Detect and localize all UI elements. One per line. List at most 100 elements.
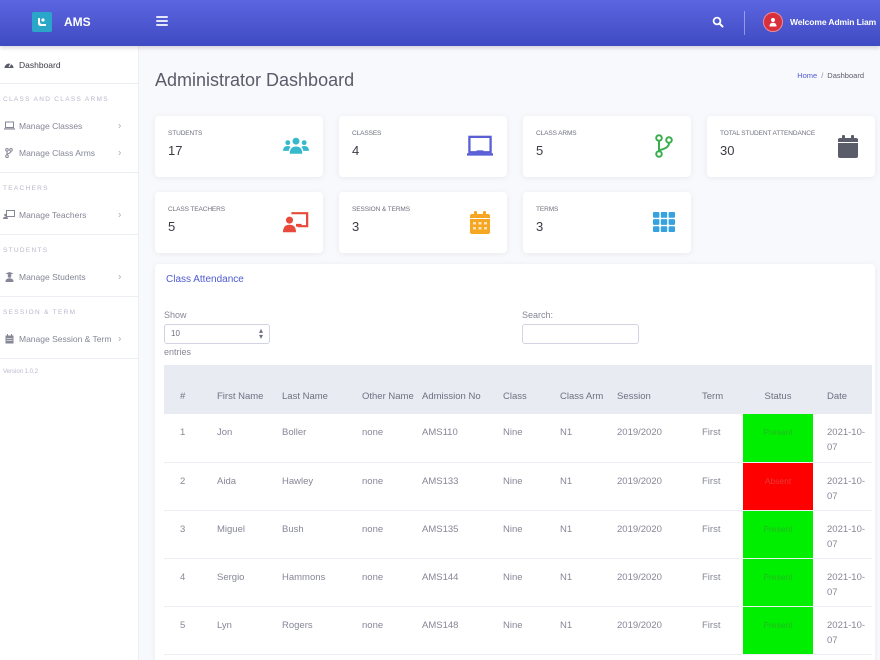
table-search-input[interactable] [522,324,639,344]
admission-no-cell: AMS148 [422,606,503,655]
entries-label: entries [164,347,192,357]
column-header-class[interactable]: Class [503,365,560,414]
sidebar: Dashboard CLASS AND CLASS ARMS Manage Cl… [0,46,139,660]
chevron-right-icon: › [118,147,122,158]
other-name-cell: none [362,510,422,559]
stat-card-classes[interactable]: CLASSES 4 [339,116,507,177]
card-value: 4 [352,143,360,158]
stat-card-total-attendance[interactable]: TOTAL STUDENT ATTENDANCE 30 [707,116,875,177]
card-label: CLASS TEACHERS [168,206,225,213]
card-value: 3 [536,219,544,234]
card-label: CLASSES [352,130,382,137]
stat-card-students[interactable]: STUDENTS 17 [155,116,323,177]
other-name-cell: none [362,606,422,655]
chevron-right-icon: › [118,271,122,282]
sidebar-item-label: Manage Classes [19,120,83,131]
sidebar-item-manage-classes[interactable]: Manage Classes › [0,112,138,139]
brand-logo-icon [32,12,52,32]
chalkboard-teacher-icon [3,210,15,220]
first-name-cell: Lyn [217,606,282,655]
sidebar-heading: STUDENTS [3,247,49,254]
entries-length-value: 10 [171,329,180,338]
sidebar-item-dashboard[interactable]: Dashboard [0,46,138,84]
session-cell: 2019/2020 [617,558,702,607]
page-title: Administrator Dashboard [155,70,355,90]
panel-title[interactable]: Class Attendance [166,274,244,285]
column-header-status[interactable]: Status [743,365,813,414]
column-header-number[interactable]: # [164,365,217,414]
sidebar-heading: SESSION & TERM [3,309,77,316]
select-updown-icon: ▴ ▾ [258,326,263,341]
table-row: 3 Miguel Bush none AMS135 Nine N1 2019/2020 Firs… [164,510,872,559]
class-arm-cell: N1 [560,414,617,463]
column-header-date[interactable]: Date [813,365,872,414]
card-label: TERMS [536,206,559,213]
status-badge: Present [743,510,813,559]
breadcrumb: Home / Dashboard [797,71,864,80]
stat-card-terms[interactable]: TERMS 3 [523,192,691,253]
session-cell: 2019/2020 [617,510,702,559]
row-number-cell: 4 [164,558,217,607]
column-header-term[interactable]: Term [702,365,743,414]
sidebar-item-manage-teachers[interactable]: Manage Teachers › [0,201,138,228]
sidebar-item-manage-students[interactable]: Manage Students › [0,263,138,290]
class-arm-cell: N1 [560,606,617,655]
other-name-cell: none [362,414,422,463]
search-label: Search: [522,310,554,320]
sidebar-group-students: STUDENTS Manage Students › [0,235,138,297]
date-cell: 2021-10-07 [813,414,872,463]
table-row: 5 Lyn Rogers none AMS148 Nine N1 2019/2020 First… [164,606,872,655]
card-value: 30 [720,143,735,158]
chalkboard-icon [467,135,493,157]
breadcrumb-current: Dashboard [827,71,864,80]
chevron-right-icon: › [118,120,122,131]
column-header-other-name[interactable]: Other Name [362,365,422,414]
user-dropdown[interactable]: Welcome Admin Liam [763,12,876,32]
calendar-alt-icon [467,210,493,234]
attendance-table: # First Name Last Name Other Name Admiss… [164,365,872,655]
card-value: 5 [536,143,544,158]
show-label: Show [164,310,187,320]
column-header-last-name[interactable]: Last Name [282,365,362,414]
admission-no-cell: AMS135 [422,510,503,559]
sidebar-group-classes: CLASS AND CLASS ARMS Manage Classes › Ma… [0,84,138,173]
class-attendance-panel: Class Attendance Show 10 ▴ ▾ entries Sear… [155,264,875,660]
tachometer-icon [3,60,15,70]
card-label: CLASS ARMS [536,130,577,137]
row-number-cell: 2 [164,462,217,511]
column-header-first-name[interactable]: First Name [217,365,282,414]
last-name-cell: Bush [282,510,362,559]
sidebar-item-label: Manage Teachers [19,209,87,220]
column-header-session[interactable]: Session [617,365,702,414]
brand[interactable]: AMS [32,12,91,32]
status-badge: Present [743,414,813,463]
search-button[interactable] [712,15,726,29]
status-badge: Present [743,606,813,655]
search-icon [712,16,724,28]
breadcrumb-separator: / [821,71,824,80]
term-cell: First [702,558,743,607]
entries-length-select[interactable]: 10 ▴ ▾ [164,324,270,344]
hamburger-icon [156,16,168,18]
table-row: 4 Sergio Hammons none AMS144 Nine N1 2019/2020 F… [164,558,872,607]
term-cell: First [702,462,743,511]
column-header-class-arm[interactable]: Class Arm [560,365,617,414]
stat-card-class-teachers[interactable]: CLASS TEACHERS 5 [155,192,323,253]
date-cell: 2021-10-07 [813,510,872,559]
class-arm-cell: N1 [560,510,617,559]
stat-card-session-terms[interactable]: SESSION & TERMS 3 [339,192,507,253]
session-cell: 2019/2020 [617,462,702,511]
topbar-divider [744,11,745,35]
admission-no-cell: AMS144 [422,558,503,607]
class-cell: Nine [503,558,560,607]
breadcrumb-home-link[interactable]: Home [797,71,817,80]
first-name-cell: Miguel [217,510,282,559]
stat-card-class-arms[interactable]: CLASS ARMS 5 [523,116,691,177]
sidebar-item-manage-session-term[interactable]: Manage Session & Term › [0,325,138,352]
calendar-icon [3,333,15,344]
sidebar-item-manage-class-arms[interactable]: Manage Class Arms › [0,139,138,166]
column-header-admission-no[interactable]: Admission No [422,365,503,414]
date-cell: 2021-10-07 [813,606,872,655]
sidebar-toggle-button[interactable] [156,14,168,30]
card-label: SESSION & TERMS [352,206,410,213]
